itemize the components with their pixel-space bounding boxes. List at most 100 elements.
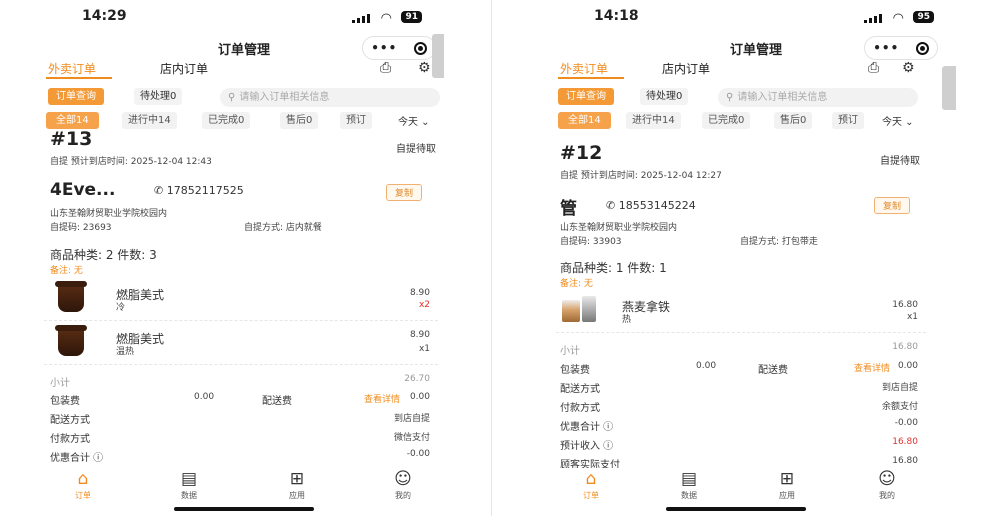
tab-apps[interactable]: ⊞ 应用 [762, 468, 812, 501]
tab-apps[interactable]: ⊞ 应用 [272, 468, 322, 501]
tab-label: 应用 [289, 491, 305, 500]
subtotal-label: 小计 [50, 378, 70, 389]
item-price: 16.80 [892, 300, 918, 310]
address: 山东圣翰财贸职业学院校园内 [50, 209, 168, 219]
remark: 备注: 无 [50, 266, 83, 276]
delivery-fee-value: 0.00 [409, 392, 430, 402]
more-icon[interactable]: ••• [371, 41, 397, 55]
printer-off-icon[interactable]: ⎙ [868, 60, 879, 76]
copy-button[interactable]: 复制 [386, 184, 423, 201]
order-query-button[interactable]: 订单查询 [48, 88, 104, 105]
search-input[interactable]: ⚲ 请输入订单相关信息 [220, 88, 440, 107]
item-price: 8.90 [409, 330, 430, 340]
pill-ongoing[interactable]: 进行中14 [122, 112, 177, 129]
summary-value: 到店自提 [881, 383, 918, 393]
date-dropdown[interactable]: 今天 ⌄ [398, 113, 430, 128]
home-icon: ⌂ [585, 469, 597, 489]
pill-reserve[interactable]: 预订 [832, 112, 864, 129]
pill-aftersale[interactable]: 售后0 [280, 112, 319, 129]
tab-delivery-orders[interactable]: 外卖订单 [560, 60, 608, 77]
summary-value: -0.00 [894, 418, 918, 428]
pill-all[interactable]: 全部14 [46, 112, 99, 129]
close-icon[interactable] [915, 41, 929, 55]
pending-button[interactable]: 待处理0 [640, 88, 689, 105]
tab-dinein-orders[interactable]: 店内订单 [160, 60, 208, 77]
tab-orders[interactable]: ⌂ 订单 [566, 468, 616, 501]
tab-profile[interactable]: ☺ 我的 [862, 468, 912, 501]
battery-icon: 91 [401, 11, 422, 23]
home-indicator [174, 507, 314, 511]
summary-value: 微信支付 [393, 433, 430, 443]
summary-value: -0.00 [406, 449, 430, 459]
filter-row: 订单查询 待处理0 ⚲ 请输入订单相关信息 [556, 88, 956, 108]
search-input[interactable]: ⚲ 请输入订单相关信息 [718, 88, 918, 107]
profile-icon: ☺ [394, 469, 412, 489]
search-placeholder: 请输入订单相关信息 [737, 92, 828, 103]
apps-icon: ⊞ [779, 469, 795, 489]
status-time: 14:29 [82, 8, 127, 24]
date-dropdown[interactable]: 今天 ⌄ [882, 113, 914, 128]
tab-orders[interactable]: ⌂ 订单 [58, 468, 108, 501]
latte-cup-icon [562, 300, 580, 322]
data-icon: ▤ [680, 469, 698, 489]
phone-screen-right: 14:18 ◠ 95 订单管理 ••• 外卖订单 店内订单 ⎙ ⚙ 订单查询 待… [556, 0, 956, 516]
more-icon[interactable]: ••• [873, 41, 899, 55]
wifi-icon: ◠ [380, 11, 392, 26]
order-query-button[interactable]: 订单查询 [558, 88, 614, 105]
date-label: 今天 [398, 117, 418, 128]
item-counts: 商品种类: 2 件数: 3 [50, 248, 157, 262]
summary-value: 16.80 [892, 456, 918, 466]
pill-ongoing[interactable]: 进行中14 [626, 112, 681, 129]
pickup-mode: 自提方式: 店内就餐 [244, 223, 322, 233]
mini-program-capsule[interactable]: ••• [362, 36, 436, 60]
tab-data[interactable]: ▤ 数据 [164, 468, 214, 501]
item-counts: 商品种类: 1 件数: 1 [560, 261, 667, 275]
phone-screen-left: 14:29 ◠ 91 订单管理 ••• 外卖订单 店内订单 ⎙ ⚙ 订单查询 待… [44, 0, 444, 516]
coffee-cup-icon [55, 325, 87, 356]
item-qty: x1 [418, 344, 430, 354]
order-number: #13 [50, 128, 93, 148]
tab-dinein-orders[interactable]: 店内订单 [662, 60, 710, 77]
order-type-tabs: 外卖订单 店内订单 ⎙ ⚙ [44, 58, 444, 80]
summary-label: 优惠合计 ⓘ [560, 422, 614, 433]
pickup-mode: 自提方式: 打包带走 [740, 237, 818, 247]
pending-button[interactable]: 待处理0 [134, 88, 183, 105]
nav-bar: 订单管理 ••• [556, 36, 956, 60]
close-icon[interactable] [413, 41, 427, 55]
pill-done[interactable]: 已完成0 [202, 112, 251, 129]
subtotal-value: 16.80 [892, 342, 918, 352]
view-details-link[interactable]: 查看详情 [364, 392, 400, 405]
pill-reserve[interactable]: 预订 [340, 112, 372, 129]
pill-all[interactable]: 全部14 [558, 112, 611, 129]
tab-delivery-orders[interactable]: 外卖订单 [48, 60, 96, 77]
summary-value: 16.80 [892, 437, 918, 447]
search-icon: ⚲ [228, 92, 236, 103]
estimated-time: 自提 预计到店时间: 2025-12-04 12:27 [560, 171, 722, 181]
summary-value: 余额支付 [881, 402, 918, 412]
pickup-status: 自提待取 [880, 156, 920, 167]
bottom-tab-bar: ⌂ 订单 ▤ 数据 ⊞ 应用 ☺ 我的 [556, 468, 956, 506]
status-bar: 14:18 ◠ 95 [556, 6, 956, 28]
tab-label: 订单 [75, 491, 91, 500]
summary-label: 优惠合计 ⓘ [50, 453, 104, 464]
printer-off-icon[interactable]: ⎙ [380, 60, 391, 76]
tab-profile[interactable]: ☺ 我的 [378, 468, 428, 501]
date-label: 今天 [882, 117, 902, 128]
tab-label: 数据 [181, 491, 197, 500]
oat-milk-pack-icon [582, 296, 596, 322]
summary-label: 付款方式 [50, 434, 90, 445]
wifi-icon: ◠ [892, 11, 904, 26]
view-details-link[interactable]: 查看详情 [854, 361, 890, 374]
settings-icon[interactable]: ⚙ [902, 60, 915, 76]
mini-program-capsule[interactable]: ••• [864, 36, 938, 60]
pill-done[interactable]: 已完成0 [702, 112, 751, 129]
pill-aftersale[interactable]: 售后0 [774, 112, 813, 129]
copy-button[interactable]: 复制 [874, 197, 911, 214]
bottom-tab-bar: ⌂ 订单 ▤ 数据 ⊞ 应用 ☺ 我的 [44, 468, 444, 506]
nav-bar: 订单管理 ••• [44, 36, 444, 60]
item-price: 8.90 [409, 288, 430, 298]
tab-data[interactable]: ▤ 数据 [664, 468, 714, 501]
settings-icon[interactable]: ⚙ [418, 60, 431, 76]
signal-icon [352, 14, 370, 23]
status-time: 14:18 [594, 8, 639, 24]
